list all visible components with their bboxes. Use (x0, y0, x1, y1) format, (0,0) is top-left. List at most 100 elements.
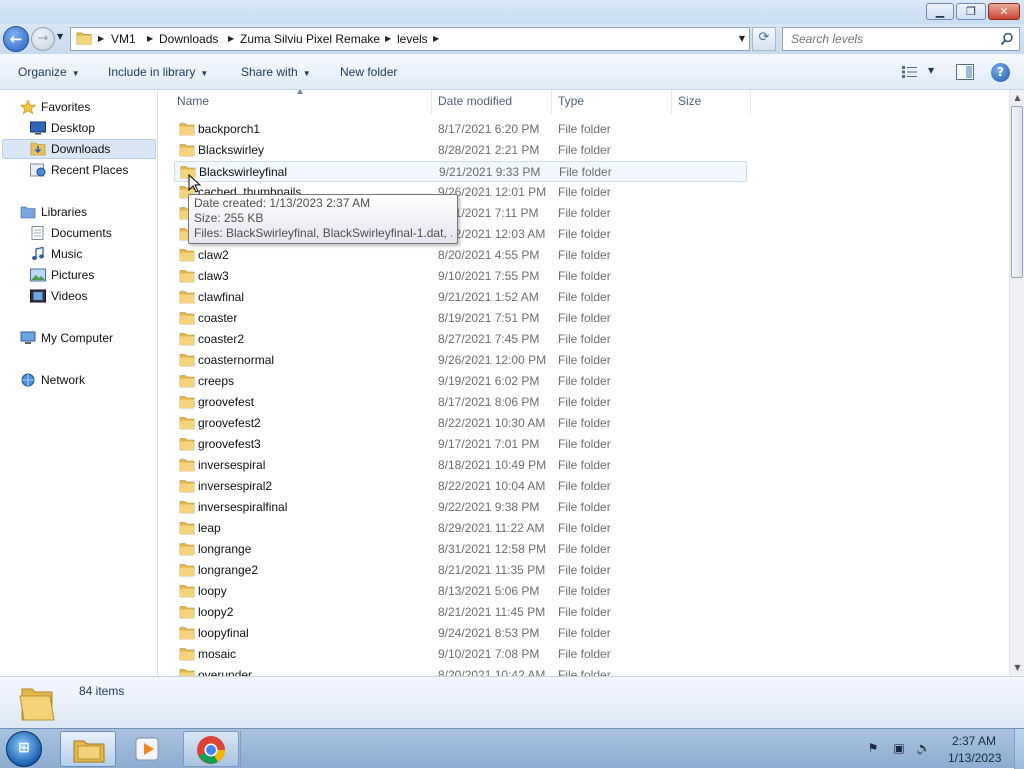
file-row[interactable]: leap 8/29/2021 11:22 AM File folder (174, 518, 747, 539)
nav-item-downloads[interactable]: Downloads (30, 139, 150, 159)
file-row[interactable]: coasternormal 9/26/2021 12:00 PM File fold… (174, 350, 747, 371)
search-icon[interactable] (1000, 32, 1014, 46)
search-box[interactable] (782, 27, 1020, 51)
share-with-button[interactable]: Share with ▼ (241, 54, 311, 90)
recent-pages-dropdown[interactable]: ▼ (57, 32, 63, 41)
taskbar-media-player[interactable] (121, 731, 177, 767)
column-divider[interactable] (551, 90, 552, 114)
breadcrumb-vm1[interactable]: VM1 (111, 28, 136, 50)
organize-button[interactable]: Organize ▼ (18, 54, 80, 90)
folder-icon (179, 647, 195, 661)
breadcrumb-levels[interactable]: levels (397, 28, 428, 50)
breadcrumb-separator-icon[interactable]: ▶ (147, 28, 153, 50)
close-button[interactable]: ✕ (988, 3, 1020, 20)
file-row[interactable]: longrange2 8/21/2021 11:35 PM File folder (174, 560, 747, 581)
title-bar: ▁ ❐ ✕ (0, 0, 1024, 24)
column-header-type[interactable]: Type (558, 90, 584, 112)
nav-item-pictures[interactable]: Pictures (30, 265, 150, 285)
clock-time[interactable]: 2:37 AM (952, 734, 996, 748)
address-dropdown-icon[interactable]: ▼ (739, 28, 745, 50)
back-button[interactable]: ← (3, 26, 29, 52)
start-button[interactable]: ⊞ (6, 731, 42, 767)
nav-item-recent-places[interactable]: Recent Places (30, 160, 150, 180)
taskbar-explorer[interactable] (60, 731, 116, 767)
vertical-scrollbar[interactable]: ▲ ▼ (1009, 90, 1024, 676)
nav-item-videos[interactable]: Videos (30, 286, 150, 306)
scroll-up-icon[interactable]: ▲ (1010, 90, 1024, 106)
show-desktop-button[interactable] (1014, 729, 1024, 769)
action-center-flag-icon[interactable]: ⚑ (866, 741, 880, 755)
explorer-icon (73, 740, 105, 763)
file-row[interactable]: claw3 9/10/2021 7:55 PM File folder (174, 266, 747, 287)
file-row[interactable]: loopy 8/13/2021 5:06 PM File folder (174, 581, 747, 602)
breadcrumb-downloads[interactable]: Downloads (159, 28, 218, 50)
nav-item-music[interactable]: Music (30, 244, 150, 264)
file-row[interactable]: groovefest2 8/22/2021 10:30 AM File folder (174, 413, 747, 434)
folder-icon (179, 374, 195, 388)
refresh-button[interactable]: ⟳ (752, 27, 776, 51)
help-button[interactable]: ? (991, 63, 1010, 82)
search-input[interactable] (789, 29, 989, 49)
file-row[interactable]: inversespiral2 8/22/2021 10:04 AM File fol… (174, 476, 747, 497)
minimize-button[interactable]: ▁ (926, 3, 954, 20)
scroll-down-icon[interactable]: ▼ (1010, 660, 1024, 676)
maximize-button[interactable]: ❐ (956, 3, 986, 20)
nav-item-network[interactable]: Network (20, 370, 150, 390)
column-divider[interactable] (750, 90, 751, 114)
file-row[interactable]: creeps 9/19/2021 6:02 PM File folder (174, 371, 747, 392)
nav-item-favorites[interactable]: Favorites (19, 97, 150, 117)
file-date-modified: 8/17/2021 6:20 PM (438, 122, 540, 136)
file-row[interactable]: backporch1 8/17/2021 6:20 PM File folder (174, 119, 747, 140)
file-row[interactable]: overunder 8/20/2021 10:42 AM File folder (174, 665, 747, 676)
include-in-library-button[interactable]: Include in library ▼ (108, 54, 208, 90)
file-date-modified: 9/10/2021 7:55 PM (438, 269, 540, 283)
nav-item-libraries[interactable]: Libraries (20, 202, 150, 222)
file-row[interactable]: coaster2 8/27/2021 7:45 PM File folder (174, 329, 747, 350)
new-folder-button[interactable]: New folder (340, 54, 397, 90)
breadcrumb-zuma[interactable]: Zuma Silviu Pixel Remake (240, 28, 380, 50)
forward-button[interactable]: → (31, 27, 55, 51)
breadcrumb-separator-icon[interactable]: ▶ (385, 28, 391, 50)
nav-item-desktop[interactable]: Desktop (30, 118, 150, 138)
nav-item-documents[interactable]: Documents (30, 223, 150, 243)
file-row[interactable]: Blackswirleyfinal 9/21/2021 9:33 PM File f… (174, 161, 747, 182)
column-header-date-modified[interactable]: Date modified (438, 90, 512, 112)
scroll-thumb[interactable] (1011, 106, 1023, 278)
breadcrumb-separator-icon[interactable]: ▶ (98, 28, 104, 50)
column-header-size[interactable]: Size (678, 90, 701, 112)
forward-arrow-icon: → (37, 31, 49, 46)
nav-item-my-computer[interactable]: My Computer (20, 328, 150, 348)
file-row[interactable]: longrange 8/31/2021 12:58 PM File folder (174, 539, 747, 560)
column-divider[interactable] (431, 90, 432, 114)
file-row[interactable]: claw2 8/20/2021 4:55 PM File folder (174, 245, 747, 266)
file-row[interactable]: coaster 8/19/2021 7:51 PM File folder (174, 308, 747, 329)
clock-date[interactable]: 1/13/2023 (948, 751, 1001, 765)
taskbar-chrome[interactable] (183, 731, 239, 767)
file-name: backporch1 (198, 122, 261, 136)
breadcrumb-separator-icon[interactable]: ▶ (433, 28, 439, 50)
file-name: coaster2 (198, 332, 245, 346)
change-view-button[interactable]: ▼ (900, 64, 940, 80)
file-row[interactable]: mosaic 9/10/2021 7:08 PM File folder (174, 644, 747, 665)
breadcrumb-separator-icon[interactable]: ▶ (228, 28, 234, 50)
file-row[interactable]: groovefest 8/17/2021 8:06 PM File folder (174, 392, 747, 413)
music-icon (30, 246, 46, 261)
navigation-row: ← → ▼ ▶ VM1 ▶ Downloads ▶ Zuma Silviu Pi… (0, 24, 1024, 54)
file-row[interactable]: loopy2 8/21/2021 11:45 PM File folder (174, 602, 747, 623)
address-bar[interactable]: ▶ VM1 ▶ Downloads ▶ Zuma Silviu Pixel Re… (70, 27, 750, 51)
file-name: claw2 (198, 248, 229, 262)
file-type: File folder (558, 185, 611, 199)
file-row[interactable]: inversespiralfinal 9/22/2021 9:38 PM File … (174, 497, 747, 518)
volume-icon[interactable]: 🔈 (916, 741, 931, 755)
column-divider[interactable] (671, 90, 672, 114)
network-tray-icon[interactable]: ▣ (892, 741, 906, 755)
file-row[interactable]: groovefest3 9/17/2021 7:01 PM File folder (174, 434, 747, 455)
include-in-library-label: Include in library (108, 65, 196, 79)
file-type: File folder (558, 206, 611, 220)
file-row[interactable]: clawfinal 9/21/2021 1:52 AM File folder (174, 287, 747, 308)
file-row[interactable]: Blackswirley 8/28/2021 2:21 PM File folder (174, 140, 747, 161)
preview-pane-button[interactable] (956, 64, 974, 80)
column-header-name[interactable]: Name (177, 90, 209, 112)
file-row[interactable]: inversespiral 8/18/2021 10:49 PM File fold… (174, 455, 747, 476)
file-row[interactable]: loopyfinal 9/24/2021 8:53 PM File folder (174, 623, 747, 644)
